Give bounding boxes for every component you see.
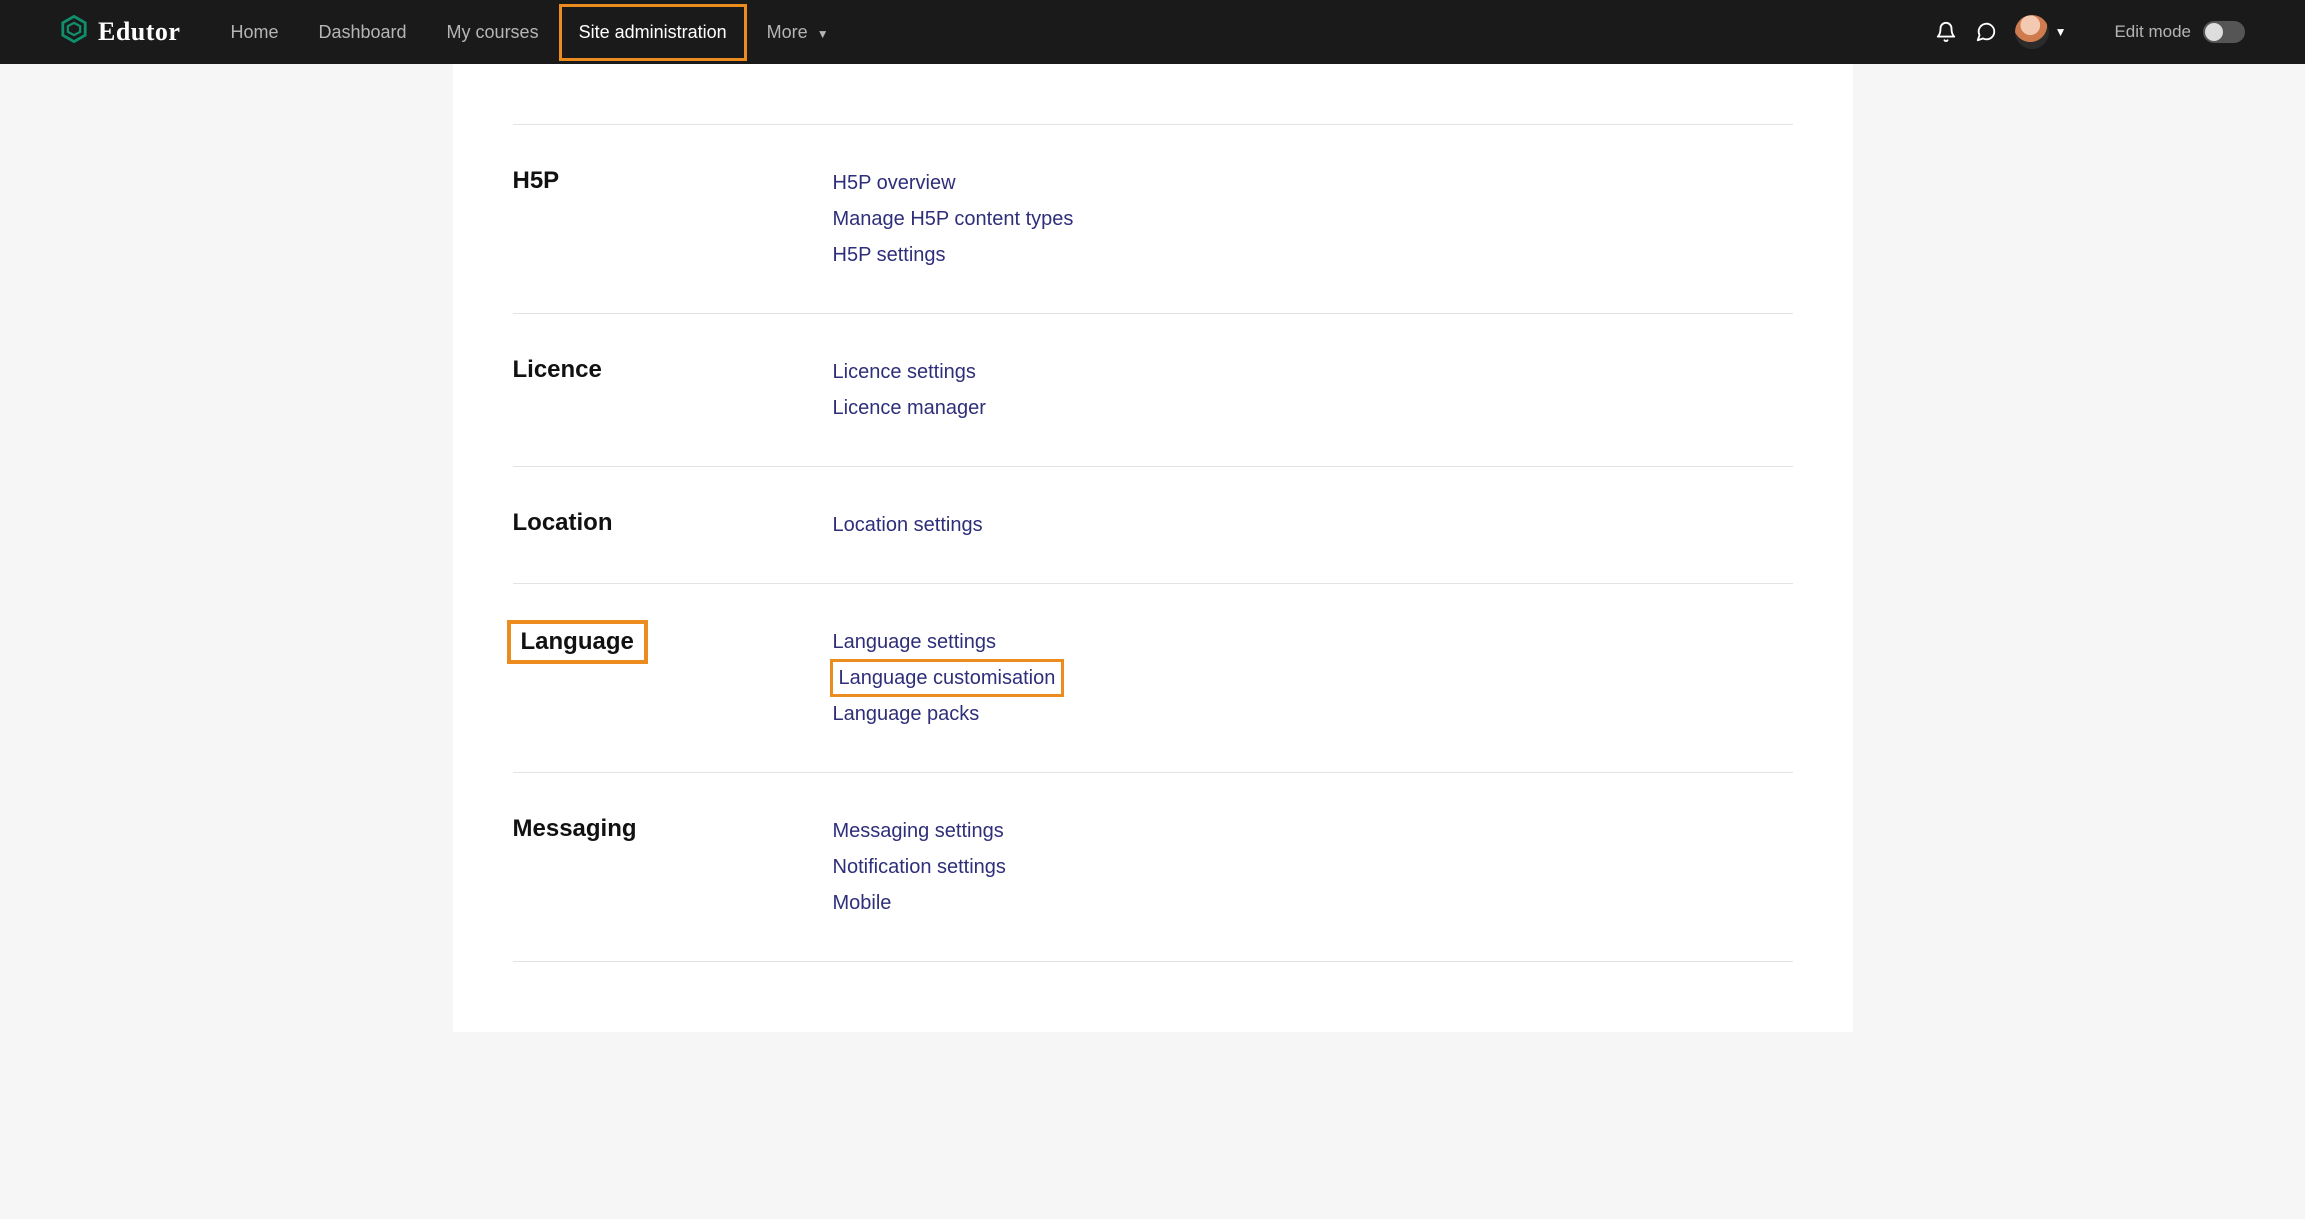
section-messaging: Messaging Messaging settings Notificatio… bbox=[513, 803, 1793, 931]
section-title-licence: Licence bbox=[513, 356, 602, 383]
divider bbox=[513, 124, 1793, 125]
avatar bbox=[2015, 15, 2049, 49]
edit-mode-label: Edit mode bbox=[2114, 22, 2191, 42]
link-language-customisation[interactable]: Language customisation bbox=[833, 662, 1062, 694]
section-title-location: Location bbox=[513, 509, 613, 536]
divider bbox=[513, 466, 1793, 467]
notifications-icon[interactable] bbox=[1935, 21, 1957, 43]
section-language: Language Language settings Language cust… bbox=[513, 614, 1793, 742]
nav-more-label: More bbox=[767, 22, 808, 42]
admin-settings-card: H5P H5P overview Manage H5P content type… bbox=[453, 64, 1853, 1032]
edit-mode: Edit mode bbox=[2114, 21, 2245, 43]
brand-name: Edutor bbox=[98, 17, 180, 47]
link-location-settings[interactable]: Location settings bbox=[833, 509, 983, 541]
nav-my-courses[interactable]: My courses bbox=[427, 4, 559, 61]
edit-mode-toggle[interactable] bbox=[2203, 21, 2245, 43]
divider bbox=[513, 583, 1793, 584]
link-messaging-settings[interactable]: Messaging settings bbox=[833, 815, 1006, 847]
brand[interactable]: Edutor bbox=[60, 15, 180, 49]
divider bbox=[513, 772, 1793, 773]
section-title-messaging: Messaging bbox=[513, 815, 637, 842]
section-title-language: Language bbox=[513, 626, 642, 658]
messages-icon[interactable] bbox=[1975, 21, 1997, 43]
section-title-h5p: H5P bbox=[513, 167, 560, 194]
section-location: Location Location settings bbox=[513, 497, 1793, 553]
navbar: Edutor Home Dashboard My courses Site ad… bbox=[0, 0, 2305, 64]
divider bbox=[513, 961, 1793, 962]
brand-logo-icon bbox=[60, 15, 88, 49]
link-h5p-manage[interactable]: Manage H5P content types bbox=[833, 203, 1074, 235]
nav-right: ▼ Edit mode bbox=[1935, 15, 2245, 49]
user-menu[interactable]: ▼ bbox=[2015, 15, 2067, 49]
link-notification-settings[interactable]: Notification settings bbox=[833, 851, 1006, 883]
link-licence-manager[interactable]: Licence manager bbox=[833, 392, 986, 424]
nav-more[interactable]: More ▼ bbox=[747, 4, 849, 61]
link-language-settings[interactable]: Language settings bbox=[833, 626, 1062, 658]
chevron-down-icon: ▼ bbox=[817, 27, 829, 41]
section-licence: Licence Licence settings Licence manager bbox=[513, 344, 1793, 436]
chevron-down-icon: ▼ bbox=[2055, 25, 2067, 39]
nav-dashboard[interactable]: Dashboard bbox=[298, 4, 426, 61]
link-h5p-overview[interactable]: H5P overview bbox=[833, 167, 1074, 199]
divider bbox=[513, 313, 1793, 314]
link-h5p-settings[interactable]: H5P settings bbox=[833, 239, 1074, 271]
nav-home[interactable]: Home bbox=[210, 4, 298, 61]
nav-site-administration[interactable]: Site administration bbox=[559, 4, 747, 61]
link-language-packs[interactable]: Language packs bbox=[833, 698, 1062, 730]
main-nav: Home Dashboard My courses Site administr… bbox=[210, 4, 848, 61]
section-h5p: H5P H5P overview Manage H5P content type… bbox=[513, 155, 1793, 283]
link-licence-settings[interactable]: Licence settings bbox=[833, 356, 986, 388]
link-messaging-mobile[interactable]: Mobile bbox=[833, 887, 1006, 919]
